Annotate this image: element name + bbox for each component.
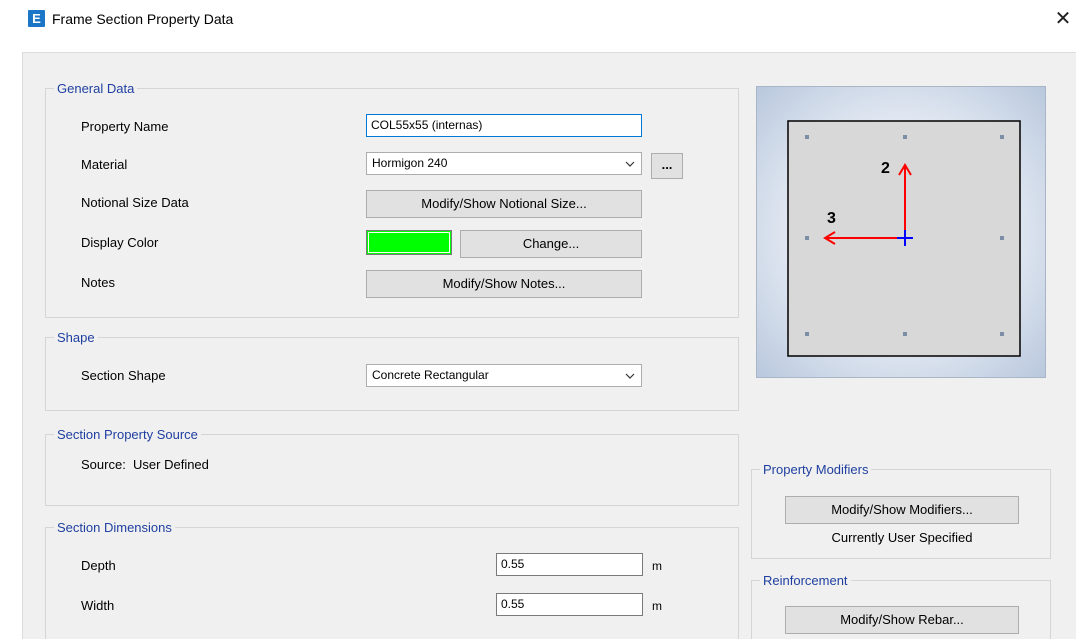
general-data-title: General Data [54, 81, 138, 96]
shape-title: Shape [54, 330, 98, 345]
notional-size-label: Notional Size Data [81, 195, 189, 210]
window-title: Frame Section Property Data [52, 11, 234, 27]
section-dimensions-title: Section Dimensions [54, 520, 175, 535]
depth-input[interactable]: 0.55 [496, 553, 643, 576]
rebar-dot [903, 135, 907, 139]
rebar-dot [1000, 236, 1004, 240]
depth-label: Depth [81, 558, 116, 573]
section-shape-select[interactable]: Concrete Rectangular [366, 364, 642, 387]
notes-label: Notes [81, 275, 115, 290]
property-name-input[interactable]: COL55x55 (internas) [366, 114, 642, 137]
rebar-dot [805, 135, 809, 139]
modify-notional-size-button[interactable]: Modify/Show Notional Size... [366, 190, 642, 218]
section-dimensions-group: Section Dimensions Depth 0.55 m Width 0.… [45, 520, 739, 639]
width-unit: m [652, 599, 662, 613]
rebar-dot [1000, 135, 1004, 139]
property-modifiers-group: Property Modifiers Modify/Show Modifiers… [751, 462, 1051, 559]
material-select[interactable]: Hormigon 240 [366, 152, 642, 175]
display-color-label: Display Color [81, 235, 159, 250]
section-property-source-title: Section Property Source [54, 427, 201, 442]
material-more-button[interactable]: ... [651, 153, 683, 179]
property-modifiers-title: Property Modifiers [760, 462, 872, 477]
rebar-dot [805, 236, 809, 240]
source-text: Source: User Defined [81, 457, 209, 472]
section-shape-label: Section Shape [81, 368, 166, 383]
display-color-swatch[interactable] [366, 230, 452, 255]
dialog-client-area: General Data Property Name COL55x55 (int… [22, 52, 1076, 639]
axis-2-label: 2 [881, 160, 890, 177]
rebar-dot [903, 332, 907, 336]
material-select-value: Hormigon 240 [372, 156, 448, 170]
shape-group: Shape Section Shape Concrete Rectangular [45, 330, 739, 411]
etabs-app-icon: E [28, 10, 45, 27]
chevron-down-icon [625, 161, 635, 167]
modify-notes-button[interactable]: Modify/Show Notes... [366, 270, 642, 298]
section-preview-drawing: 2 3 [787, 120, 1021, 357]
depth-unit: m [652, 559, 662, 573]
chevron-down-icon [625, 373, 635, 379]
modifiers-status: Currently User Specified [831, 530, 973, 545]
width-label: Width [81, 598, 115, 613]
general-data-group: General Data Property Name COL55x55 (int… [45, 81, 739, 318]
reinforcement-group: Reinforcement Modify/Show Rebar... [751, 573, 1051, 639]
width-input[interactable]: 0.55 [496, 593, 643, 616]
change-color-button[interactable]: Change... [460, 230, 642, 258]
section-shape-value: Concrete Rectangular [372, 368, 489, 382]
material-label: Material [81, 157, 128, 172]
property-name-label: Property Name [81, 119, 169, 134]
title-bar: E Frame Section Property Data ✕ [0, 0, 1076, 40]
modify-rebar-button[interactable]: Modify/Show Rebar... [785, 606, 1019, 634]
rebar-dot [1000, 332, 1004, 336]
axis-3-label: 3 [827, 210, 836, 227]
section-preview: 2 3 [756, 86, 1046, 378]
section-property-source-group: Section Property Source Source: User Def… [45, 427, 739, 506]
close-button[interactable]: ✕ [1052, 6, 1074, 32]
rebar-dot [805, 332, 809, 336]
modify-modifiers-button[interactable]: Modify/Show Modifiers... [785, 496, 1019, 524]
reinforcement-title: Reinforcement [760, 573, 851, 588]
